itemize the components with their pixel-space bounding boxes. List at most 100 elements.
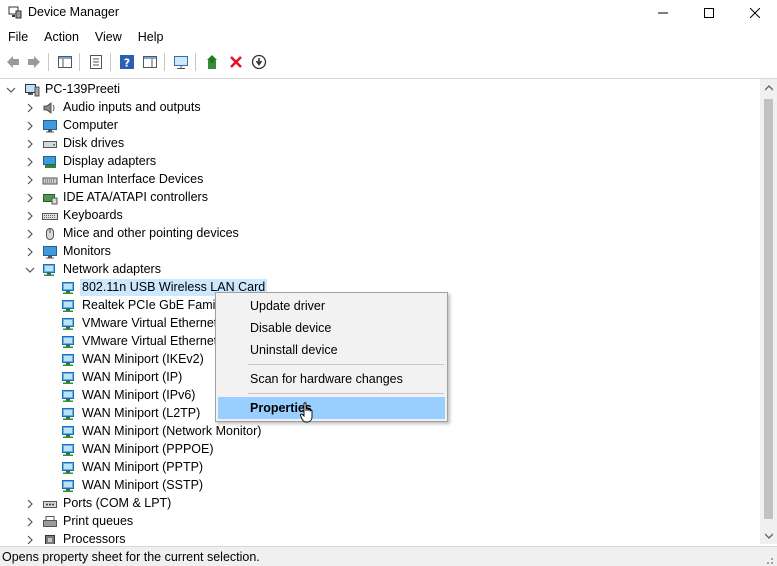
expand-chevron-right-icon[interactable] [25, 103, 35, 113]
hid-icon [42, 177, 58, 185]
tree-category-computer[interactable]: Computer [0, 117, 760, 135]
scrollbar-thumb[interactable] [764, 99, 773, 519]
tree-item-label: WAN Miniport (IP) [82, 370, 183, 384]
status-bar: Opens property sheet for the current sel… [0, 546, 777, 566]
tree-category-ports-com-lpt[interactable]: Ports (COM & LPT) [0, 495, 760, 513]
title-bar: Device Manager [0, 0, 777, 25]
scroll-up-button[interactable] [760, 79, 777, 96]
ctx-scan-hardware[interactable]: Scan for hardware changes [218, 368, 445, 390]
network-adapter-icon [62, 372, 74, 384]
expand-chevron-right-icon[interactable] [25, 517, 35, 527]
forward-button[interactable] [24, 52, 44, 72]
tree-item-label: Processors [63, 532, 126, 544]
ctx-uninstall-device[interactable]: Uninstall device [218, 339, 445, 361]
forward-icon [28, 56, 40, 68]
scroll-down-button[interactable] [760, 527, 777, 544]
tree-category-processors[interactable]: Processors [0, 531, 760, 544]
speaker-icon [43, 102, 55, 114]
tree-item-label: IDE ATA/ATAPI controllers [63, 190, 208, 204]
window-title: Device Manager [28, 5, 120, 19]
hand-cursor-icon [300, 402, 313, 423]
tree-item-label: Computer [63, 118, 118, 132]
expand-chevron-down-icon[interactable] [25, 265, 35, 275]
tree-item-label: WAN Miniport (PPTP) [82, 460, 204, 474]
tree-category-mice-and-other-pointing-devices[interactable]: Mice and other pointing devices [0, 225, 760, 243]
expand-chevron-right-icon[interactable] [25, 499, 35, 509]
disable-device-button[interactable] [249, 52, 269, 72]
expand-chevron-right-icon[interactable] [25, 175, 35, 185]
svg-text:?: ? [124, 57, 130, 70]
printer-icon [43, 516, 57, 527]
expand-chevron-right-icon[interactable] [25, 247, 35, 257]
tree-category-monitors[interactable]: Monitors [0, 243, 760, 261]
network-adapter-icon [62, 462, 74, 474]
expand-chevron-right-icon[interactable] [25, 535, 35, 544]
expand-chevron-right-icon[interactable] [25, 211, 35, 221]
expand-chevron-right-icon[interactable] [25, 139, 35, 149]
tree-item-label: VMware Virtual Ethernet A [82, 316, 229, 330]
expand-chevron-right-icon[interactable] [25, 121, 35, 131]
tree-item-label: Print queues [63, 514, 134, 528]
tree-item-label: Display adapters [63, 154, 157, 168]
tree-category-ide-ata-atapi-controllers[interactable]: IDE ATA/ATAPI controllers [0, 189, 760, 207]
back-button[interactable] [3, 52, 23, 72]
tree-category-disk-drives[interactable]: Disk drives [0, 135, 760, 153]
tree-category-audio-inputs-and-outputs[interactable]: Audio inputs and outputs [0, 99, 760, 117]
tree-item-label: WAN Miniport (PPPOE) [82, 442, 214, 456]
chevron-up-icon [764, 84, 773, 90]
disk-drive-icon [43, 141, 57, 148]
network-adapter-icon [62, 354, 74, 366]
expand-chevron-right-icon[interactable] [25, 229, 35, 239]
network-adapter-icon [62, 444, 74, 456]
tree-item-label: PC-139Preeti [45, 82, 121, 96]
tree-device-network-adapter[interactable]: WAN Miniport (Network Monitor) [0, 423, 760, 441]
expand-chevron-down-icon[interactable] [6, 85, 16, 95]
vertical-scrollbar[interactable] [760, 79, 777, 544]
maximize-icon [704, 7, 714, 18]
network-adapter-icon [62, 426, 74, 438]
network-adapter-icon [62, 318, 74, 330]
tree-item-label: Monitors [63, 244, 111, 258]
ctx-update-driver[interactable]: Update driver [218, 295, 445, 317]
minimize-button[interactable] [640, 0, 686, 25]
toolbar-separator [79, 53, 80, 71]
back-icon [7, 56, 19, 68]
update-driver-button[interactable] [203, 52, 223, 72]
help-button[interactable]: ? [117, 52, 137, 72]
maximize-button[interactable] [686, 0, 732, 25]
tree-device-network-adapter[interactable]: WAN Miniport (SSTP) [0, 477, 760, 495]
ctx-properties[interactable]: Properties [218, 397, 445, 419]
uninstall-button[interactable] [226, 52, 246, 72]
tree-root-pc[interactable]: PC-139Preeti [0, 81, 760, 99]
tree-category-human-interface-devices[interactable]: Human Interface Devices [0, 171, 760, 189]
context-menu: Update driver Disable device Uninstall d… [215, 292, 448, 422]
network-adapter-icon [62, 390, 74, 402]
tree-device-network-adapter[interactable]: WAN Miniport (PPTP) [0, 459, 760, 477]
resize-grip-icon[interactable] [762, 553, 774, 565]
expand-chevron-right-icon[interactable] [25, 157, 35, 167]
show-hide-console-tree-button[interactable] [55, 52, 75, 72]
close-button[interactable] [732, 0, 777, 25]
ctx-separator [248, 364, 444, 365]
tree-category-keyboards[interactable]: Keyboards [0, 207, 760, 225]
tree-category-network-adapters[interactable]: Network adapters [0, 261, 760, 279]
menu-help[interactable]: Help [130, 27, 172, 47]
toolbar-separator [48, 53, 49, 71]
tree-item-label: WAN Miniport (L2TP) [82, 406, 201, 420]
menu-file[interactable]: File [0, 27, 36, 47]
action-pane-button[interactable] [140, 52, 160, 72]
menu-action[interactable]: Action [36, 27, 87, 47]
expand-chevron-right-icon[interactable] [25, 193, 35, 203]
toolbar-separator [164, 53, 165, 71]
scan-hardware-button[interactable] [171, 52, 191, 72]
computer-icon [43, 120, 57, 133]
tree-device-network-adapter[interactable]: WAN Miniport (PPPOE) [0, 441, 760, 459]
tree-category-print-queues[interactable]: Print queues [0, 513, 760, 531]
tree-category-display-adapters[interactable]: Display adapters [0, 153, 760, 171]
ctx-disable-device[interactable]: Disable device [218, 317, 445, 339]
menu-view[interactable]: View [87, 27, 130, 47]
properties-icon [90, 55, 102, 69]
properties-button[interactable] [86, 52, 106, 72]
disable-device-icon [251, 54, 267, 70]
network-adapter-icon [43, 264, 55, 276]
